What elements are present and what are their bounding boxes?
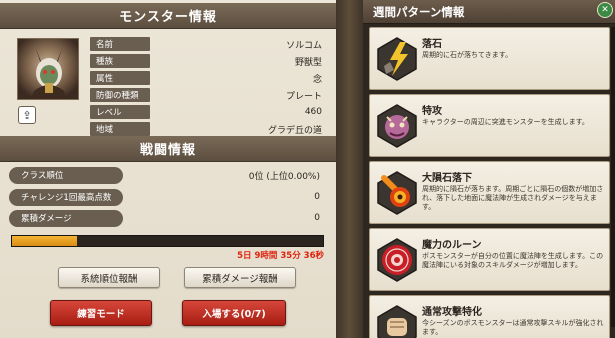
monster-portrait [17,38,79,100]
weekly-pattern-header: 週間パターン情報 [363,0,615,24]
pattern-card-meteor: 大隕石落下 周期的に隕石が落ちます。周期ごとに隕石の個数が増加され、落下した地面… [369,161,610,224]
season-progress-fill [12,236,78,246]
battle-info-header: 戦闘情報 [0,136,336,162]
pattern-title: 特攻 [422,106,442,117]
info-label: 属性 [90,71,150,86]
cumulative-damage-reward-button[interactable]: 累積ダメージ報酬 [184,267,296,288]
info-label: 種族 [90,54,150,69]
stat-value: 0位 (上位0.00%) [248,171,320,182]
stat-row-best-score: チャレンジ1回最高点数 0 [9,188,326,206]
monster-info-list: 名前 ソルコム 種族 野獣型 属性 念 防御の種類 プレート レベル 460 地… [90,36,326,138]
season-timer: 5日 9時間 35分 36秒 [237,251,324,261]
pattern-title: 魔力のルーン [422,240,482,251]
info-row-element: 属性 念 [90,70,326,87]
info-label: 名前 [90,37,150,52]
monster-info-header: モンスター情報 [0,3,336,29]
pattern-desc: キャラクターの周辺に突進モンスターを生成します。 [422,118,589,126]
stat-label: クラス順位 [9,166,123,184]
info-value: 野獣型 [294,57,322,68]
pattern-list: 落石 周期的に石が落ちてきます。 特攻 キャラクターの周辺に突進モンスターを生成… [369,27,610,338]
pattern-desc: ボスモンスターが自分の位置に魔法陣を生成します。この魔法陣にいる対象のスキルダメ… [422,252,604,269]
info-label: レベル [90,105,150,120]
info-row-defense: 防御の種類 プレート [90,87,326,104]
pattern-desc: 今シーズンのボスモンスターは通常攻撃スキルが強化されます。 [422,319,604,336]
panel-divider [336,0,363,338]
info-value: ソルコム [286,40,322,51]
info-row-race: 種族 野獣型 [90,53,326,70]
magic-rune-icon [377,238,417,282]
info-label: 防御の種類 [90,88,150,103]
pattern-card-charge: 特攻 キャラクターの周辺に突進モンスターを生成します。 [369,94,610,157]
enter-button[interactable]: 入場する(0/7) [182,300,286,326]
fist-icon [377,305,417,338]
pattern-scrollbar[interactable] [611,27,615,327]
stat-row-cumulative-damage: 累積ダメージ 0 [9,209,326,227]
stat-value: 0 [314,192,320,202]
info-value: 460 [304,107,322,118]
monster-info-panel: モンスター情報 ⇪ 名前 ソルコム 種族 野獣型 属性 念 防御の種類 プレート… [0,0,336,338]
pattern-card-normal-attack: 通常攻撃特化 今シーズンのボスモンスターは通常攻撃スキルが強化されます。 [369,295,610,338]
info-row-name: 名前 ソルコム [90,36,326,53]
pattern-desc: 周期的に石が落ちてきます。 [422,51,513,59]
pattern-title: 通常攻撃特化 [422,307,482,318]
info-label: 地域 [90,122,150,137]
info-value: グラデ丘の道 [267,125,322,136]
class-rank-reward-button[interactable]: 系統順位報酬 [58,267,160,288]
pattern-title: 大隕石落下 [422,173,472,184]
stat-label: 累積ダメージ [9,209,123,227]
season-progress-bar [11,235,324,247]
pattern-card-magic-rune: 魔力のルーン ボスモンスターが自分の位置に魔法陣を生成します。この魔法陣にいる対… [369,228,610,291]
meteor-icon [377,171,417,215]
stat-row-class-rank: クラス順位 0位 (上位0.00%) [9,166,326,184]
charge-monster-icon [377,104,417,148]
practice-mode-button[interactable]: 練習モード [50,300,152,326]
share-icon[interactable]: ⇪ [18,106,36,124]
info-value: プレート [285,91,322,102]
stat-label: チャレンジ1回最高点数 [9,188,123,206]
pattern-desc: 周期的に隕石が落ちます。周期ごとに隕石の個数が増加され、落下した地面に魔法陣が生… [422,185,604,211]
falling-rock-icon [377,37,417,81]
close-icon[interactable]: ✕ [597,2,613,18]
stat-value: 0 [314,213,320,223]
monster-portrait-image [30,49,68,99]
info-row-level: レベル 460 [90,104,326,121]
weekly-pattern-panel: 週間パターン情報 ✕ 落石 周期的に石が落ちてきます。 特攻 キャラクターの周辺… [363,0,615,338]
pattern-card-falling-rock: 落石 周期的に石が落ちてきます。 [369,27,610,90]
pattern-title: 落石 [422,39,442,50]
info-value: 念 [312,74,322,85]
